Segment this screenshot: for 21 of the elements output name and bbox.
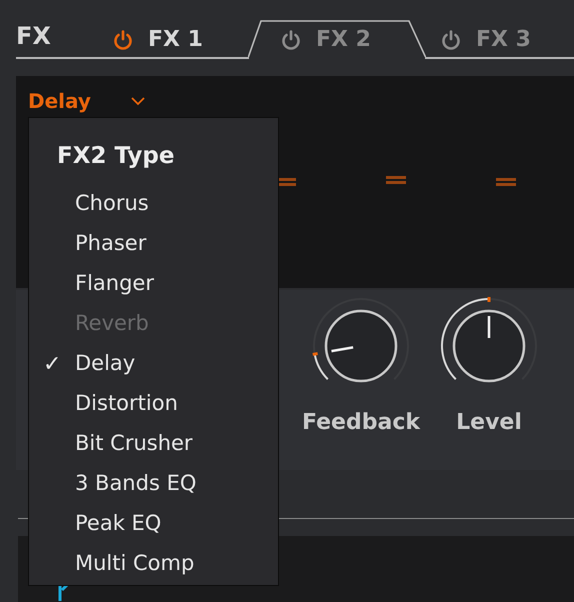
menu-item[interactable]: ✓ Delay	[29, 344, 278, 384]
menu-item[interactable]: Chorus	[29, 184, 278, 224]
menu-item[interactable]: Peak EQ	[29, 504, 278, 544]
menu-item[interactable]: Multi Comp	[29, 544, 278, 584]
chevron-down-icon	[130, 96, 145, 106]
menu-item[interactable]: Bit Crusher	[29, 424, 278, 464]
power-icon[interactable]	[112, 28, 134, 50]
power-icon[interactable]	[440, 28, 462, 50]
type-dropdown[interactable]: Delay	[28, 86, 145, 116]
menu-title: FX2 Type	[57, 142, 176, 171]
power-icon[interactable]	[280, 28, 302, 50]
fx-tab[interactable]: FX 2	[248, 20, 426, 59]
menu-item[interactable]: Flanger	[29, 264, 278, 304]
menu-item[interactable]: Phaser	[29, 224, 278, 264]
knob-label: Level	[456, 409, 522, 437]
menu-item[interactable]: 3 Bands EQ	[29, 464, 278, 504]
knob-label: Feedback	[302, 409, 420, 437]
menu-item[interactable]: Distortion	[29, 384, 278, 424]
section-title: FX	[16, 24, 51, 48]
fx-tab[interactable]: FX 1	[98, 20, 248, 59]
fx-tab[interactable]: FX 3	[426, 20, 574, 59]
